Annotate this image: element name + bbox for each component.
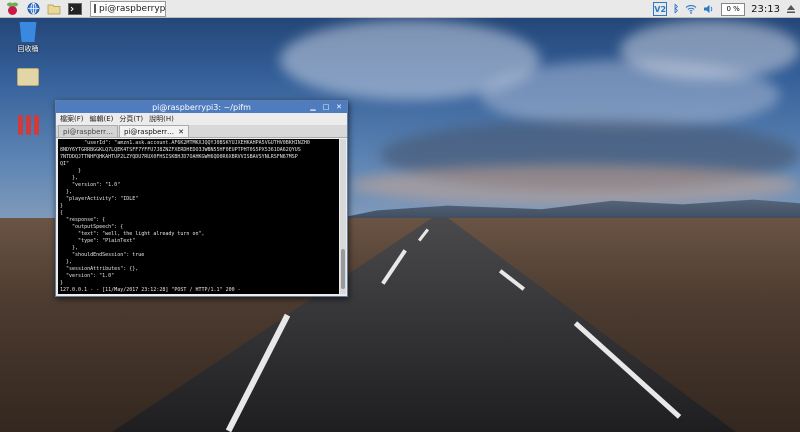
cpu-monitor[interactable]: 0 % xyxy=(721,2,746,16)
terminal-line: "outputSpeech": { xyxy=(60,224,124,230)
menu-file[interactable]: 檔案(F) xyxy=(60,114,84,124)
terminal-line: } xyxy=(60,280,64,286)
terminal-line: "playerActivity": "IDLE" xyxy=(60,196,139,202)
cloud xyxy=(350,165,800,205)
tools-icon xyxy=(17,115,39,135)
terminal-line: }, xyxy=(60,175,79,181)
raspberry-menu-icon[interactable] xyxy=(3,1,21,17)
desktop-icon-label: 回收桶 xyxy=(17,45,39,53)
taskbar-terminal-window[interactable]: pi@raspberrypi3: ~/pi xyxy=(90,0,166,17)
terminal-output[interactable]: "userId": "amzn1.ask.account.AF6K2MTMKXJ… xyxy=(58,139,339,294)
terminal-line: QI" xyxy=(60,161,70,167)
desktop-icon-folder[interactable] xyxy=(8,68,48,86)
tab-bar: pi@raspberr… pi@raspberr… ✕ xyxy=(56,125,347,138)
window-titlebar[interactable]: pi@raspberrypi3: ~/pifm ▁ □ ✕ xyxy=(56,101,347,113)
scrollbar[interactable] xyxy=(340,139,346,294)
close-icon[interactable]: ✕ xyxy=(178,128,184,136)
terminal-line: 7NTDDQJTTNHFQHKAHTUP2LZYQDU7RUX0FHSISKBH… xyxy=(60,154,298,160)
tab-2[interactable]: pi@raspberr… ✕ xyxy=(119,125,189,137)
cloud xyxy=(620,20,800,80)
tab-1[interactable]: pi@raspberr… xyxy=(58,125,119,137)
terminal-line: "sessionAttributes": {}, xyxy=(60,266,139,272)
terminal-line: 8NDY6YTGRRBGGKLQ7LQEK4TSFF7YFFU7J8ZNZFXE… xyxy=(60,147,301,153)
terminal-line: } xyxy=(60,203,64,209)
menu-help[interactable]: 說明(H) xyxy=(149,114,174,124)
terminal-line: "type": "PlainText" xyxy=(60,238,136,244)
bluetooth-icon[interactable]: ᛒ xyxy=(673,4,679,15)
minimize-button[interactable]: ▁ xyxy=(308,102,318,111)
terminal-icon xyxy=(94,4,96,13)
wifi-icon[interactable] xyxy=(685,4,697,14)
menu-tabs[interactable]: 分頁(T) xyxy=(119,114,143,124)
tab-label: pi@raspberr… xyxy=(63,127,114,136)
terminal-line: { xyxy=(60,210,64,216)
close-button[interactable]: ✕ xyxy=(334,102,344,111)
terminal-line: "shouldEndSession": true xyxy=(60,252,145,258)
menu-edit[interactable]: 編輯(E) xyxy=(90,114,114,124)
vnc-icon[interactable]: V2 xyxy=(653,2,668,16)
folder-icon xyxy=(17,68,39,86)
scrollbar-thumb[interactable] xyxy=(341,249,345,289)
web-browser-icon[interactable] xyxy=(24,1,42,17)
file-manager-icon[interactable] xyxy=(45,1,63,17)
terminal-line: "response": { xyxy=(60,217,106,223)
terminal-icon[interactable] xyxy=(66,1,84,17)
top-panel: pi@raspberrypi3: ~/pi V2 ᛒ 0 % 23:13 xyxy=(0,0,800,18)
terminal-line: 127.0.0.1 - - [11/May/2017 23:12:28] "PO… xyxy=(60,287,241,293)
eject-icon[interactable] xyxy=(786,4,796,14)
terminal-line: } xyxy=(60,168,82,174)
desktop-icon-trash[interactable]: 回收桶 xyxy=(8,22,48,54)
volume-icon[interactable] xyxy=(703,4,715,14)
terminal-line: "version": "1.0" xyxy=(60,182,121,188)
terminal-line: "userId": "amzn1.ask.account.AF6K2MTMKXJ… xyxy=(60,140,310,146)
terminal-line: }, xyxy=(60,259,73,265)
window-title: pi@raspberrypi3: ~/pifm xyxy=(152,102,251,112)
maximize-button[interactable]: □ xyxy=(321,102,331,111)
trash-icon xyxy=(19,22,37,42)
taskbar-window-title: pi@raspberrypi3: ~/pi xyxy=(99,3,166,14)
desktop-icon-tools[interactable] xyxy=(8,115,48,135)
clock[interactable]: 23:13 xyxy=(751,4,780,15)
terminal-line: }, xyxy=(60,245,79,251)
terminal-line: }, xyxy=(60,189,73,195)
terminal-line: "version": "1.0" xyxy=(60,273,115,279)
terminal-line: "text": "well, the light already turn on… xyxy=(60,231,205,237)
terminal-window[interactable]: pi@raspberrypi3: ~/pifm ▁ □ ✕ 檔案(F) 編輯(E… xyxy=(55,100,348,297)
window-controls: ▁ □ ✕ xyxy=(308,102,344,111)
menu-bar: 檔案(F) 編輯(E) 分頁(T) 說明(H) xyxy=(56,113,347,125)
system-tray: V2 ᛒ 0 % 23:13 xyxy=(653,1,796,17)
tab-label: pi@raspberr… xyxy=(124,127,175,136)
